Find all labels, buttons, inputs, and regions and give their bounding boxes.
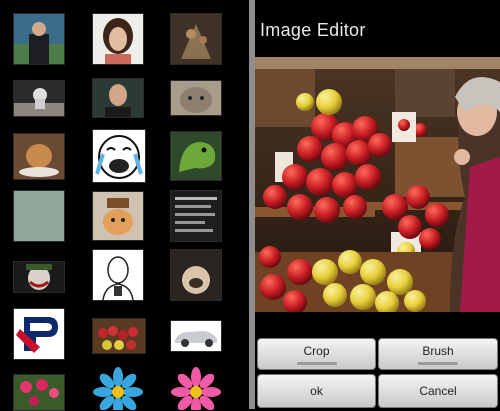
- ok-button[interactable]: ok: [257, 374, 376, 408]
- thumbnail-cat-with-plate[interactable]: [13, 133, 65, 180]
- thumbnail-text-card[interactable]: [170, 190, 222, 242]
- cancel-button[interactable]: Cancel: [378, 374, 498, 408]
- thumbnail-man-in-coat[interactable]: [13, 13, 65, 65]
- crop-button-label: Crop: [303, 344, 330, 358]
- thumbnail-man-portrait[interactable]: [92, 78, 144, 118]
- thumbnail-fruit-market[interactable]: [92, 318, 146, 354]
- thumbnail-astronaut[interactable]: [13, 80, 65, 117]
- thumbnail-pink-daisy[interactable]: [170, 366, 222, 411]
- thumbnail-joker-face[interactable]: [13, 261, 65, 293]
- thumbnail-pug-dog[interactable]: [170, 249, 222, 301]
- fruit-market-photo: [255, 57, 500, 312]
- thumbnail-blank-sage[interactable]: [13, 190, 65, 242]
- thumbnail-green-dinosaur[interactable]: [170, 131, 222, 181]
- thumbnail-blue-daisy[interactable]: [92, 366, 144, 411]
- image-canvas[interactable]: [255, 57, 500, 312]
- ok-button-label: ok: [310, 384, 323, 398]
- thumbnail-cat-face[interactable]: [170, 80, 222, 116]
- brush-button[interactable]: Brush: [378, 338, 498, 370]
- page-title: Image Editor: [260, 20, 366, 40]
- thumbnail-pink-flowers[interactable]: [13, 374, 65, 411]
- thumbnail-woman-portrait[interactable]: [92, 13, 144, 65]
- cancel-button-label: Cancel: [419, 384, 457, 398]
- crop-button[interactable]: Crop: [257, 338, 376, 370]
- crop-toggle-indicator: [296, 362, 337, 365]
- thumbnail-crying-cartoon[interactable]: [92, 129, 146, 183]
- image-editor-panel: Image Editor Crop Brush ok Cancel: [255, 0, 500, 409]
- thumbnail-sketch-portrait[interactable]: [92, 249, 144, 301]
- brush-button-label: Brush: [422, 344, 454, 358]
- thumbnail-penn-logo[interactable]: [13, 308, 65, 360]
- brush-toggle-indicator: [418, 362, 458, 365]
- image-gallery: [0, 0, 249, 411]
- thumbnail-cat-with-hat[interactable]: [92, 191, 144, 241]
- title-bar: Image Editor: [255, 0, 500, 57]
- thumbnail-dried-flowers[interactable]: [170, 13, 222, 65]
- thumbnail-silver-car[interactable]: [170, 320, 222, 352]
- button-bar: Crop Brush ok Cancel: [255, 312, 500, 409]
